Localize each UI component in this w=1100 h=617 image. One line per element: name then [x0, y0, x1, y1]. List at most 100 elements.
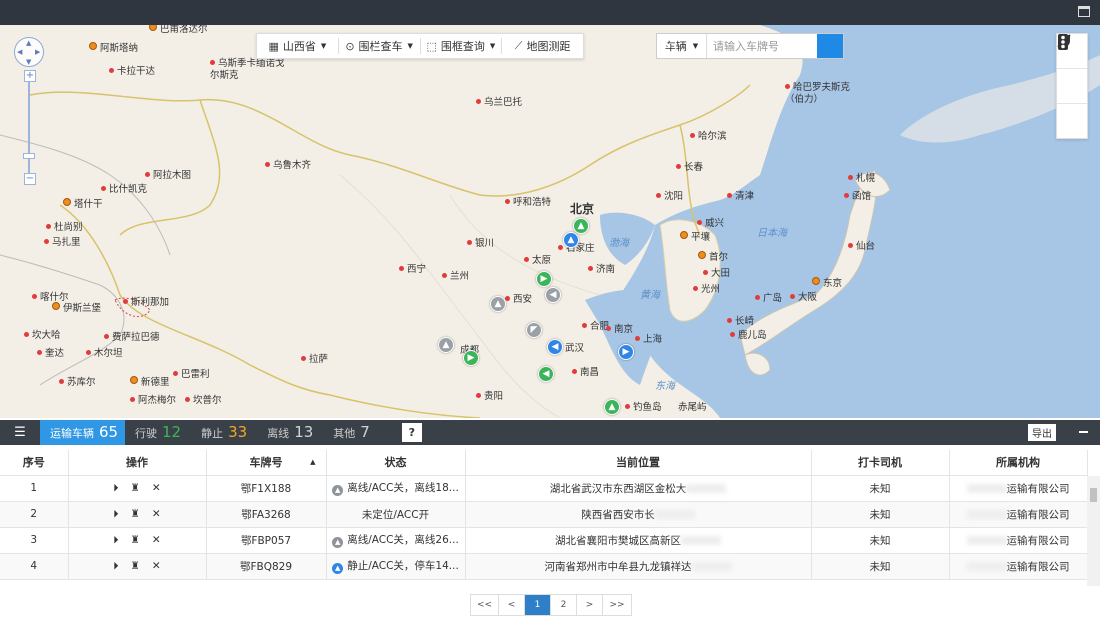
help-button[interactable]: ?: [401, 423, 422, 442]
label-taiyuan: 太原: [524, 255, 551, 267]
vehicle-marker[interactable]: ▶: [536, 271, 552, 287]
label-nanchang: 南昌: [572, 367, 599, 379]
offline-count: 13: [294, 423, 314, 441]
caret-down-icon: ▼: [407, 42, 413, 50]
close-icon[interactable]: ✕: [152, 482, 161, 494]
label-beijing: 北京: [570, 202, 595, 216]
tab-stopped[interactable]: 静止 33: [191, 420, 257, 445]
redacted-text: [966, 484, 1007, 493]
zoom-slider[interactable]: + −: [23, 70, 36, 188]
pan-control[interactable]: ▲ ▼ ◀ ▶: [14, 37, 44, 67]
label-pyongyang: 平壤: [680, 231, 710, 244]
col-plate[interactable]: 车牌号 ▲: [206, 450, 327, 476]
page-2-button[interactable]: 2: [551, 595, 577, 615]
maximize-icon[interactable]: [1078, 6, 1090, 17]
label-guiyang: 贵阳: [476, 391, 503, 403]
playback-icon[interactable]: ⏵: [113, 482, 118, 495]
label-multan: 木尔坦: [86, 348, 123, 360]
label-nanjing: 南京: [606, 324, 633, 336]
other-count: 7: [360, 423, 370, 441]
vehicle-marker[interactable]: ▲: [604, 399, 620, 415]
last-page-button[interactable]: >>: [603, 595, 631, 615]
table-row[interactable]: 1 ⏵ ♜ ✕ 鄂F1X188 ▲ 离线/ACC关，离线18... 湖北省武汉市东…: [0, 475, 1088, 502]
vehicle-marker[interactable]: ◀: [538, 366, 554, 382]
caret-down-icon: ▼: [489, 42, 496, 50]
col-org[interactable]: 所属机构: [949, 450, 1088, 476]
search-button[interactable]: [657, 34, 843, 58]
label-kandahar: 坎大哈: [24, 330, 61, 342]
label-karaganda: 卡拉干达: [109, 66, 155, 78]
label-ust-kamenogorsk: 乌斯季卡缅诺戈尔斯克: [210, 58, 285, 81]
vehicle-marker[interactable]: ▲: [573, 218, 589, 234]
frame-search-dropdown[interactable]: ⬚ 围框查询 ▼: [421, 38, 503, 54]
plate-search-input[interactable]: [707, 34, 817, 58]
prev-page-button[interactable]: <: [499, 595, 525, 615]
search-icon: [657, 34, 671, 48]
redacted-text: [691, 562, 732, 571]
tab-transport-vehicles[interactable]: 运输车辆 65: [40, 420, 125, 445]
scroll-thumb[interactable]: [1090, 488, 1097, 502]
offline-status-icon: ▲: [332, 485, 344, 496]
col-status[interactable]: 状态: [326, 450, 466, 476]
track-vehicle-icon[interactable]: ♜: [131, 534, 140, 546]
export-button[interactable]: 导出: [1028, 424, 1056, 441]
label-diaoyu: 钓鱼岛: [625, 402, 662, 414]
col-index[interactable]: 序号: [0, 450, 69, 476]
table-scrollbar[interactable]: [1087, 476, 1100, 586]
satellite-toggle-button[interactable]: [1057, 35, 1087, 104]
col-location[interactable]: 当前位置: [465, 450, 812, 476]
playback-icon[interactable]: ⏵: [113, 560, 118, 573]
vehicle-marker[interactable]: ◤: [526, 322, 542, 338]
vehicle-marker[interactable]: ▶: [618, 344, 634, 360]
transport-count: 65: [99, 423, 119, 441]
playback-icon[interactable]: ⏵: [113, 534, 118, 547]
minimize-panel-icon[interactable]: [1079, 431, 1088, 433]
zoom-handle[interactable]: [23, 153, 35, 159]
next-page-button[interactable]: >: [577, 595, 603, 615]
map-toolbar: ▦ 山西省 ▼ ⊙ 围栏查车 ▼ ⬚ 围框查询 ▼ ⟋ 地图测距: [256, 33, 584, 59]
label-hiroshima: 广岛: [755, 293, 782, 305]
table-row[interactable]: 4 ⏵ ♜ ✕ 鄂FBQ829 ▲ 静止/ACC关，停车14... 河南省郑州市中…: [0, 553, 1088, 580]
traffic-toggle-button[interactable]: [1057, 34, 1087, 139]
vehicle-marker[interactable]: ▲: [490, 296, 506, 312]
first-page-button[interactable]: <<: [471, 595, 499, 615]
col-driver[interactable]: 打卡司机: [811, 450, 950, 476]
stopped-count: 33: [228, 423, 248, 441]
label-lucknow: 苏库尔: [59, 377, 96, 389]
vehicle-marker[interactable]: ▶: [463, 350, 479, 366]
close-icon[interactable]: ✕: [152, 560, 161, 572]
stopped-status-icon: ▲: [332, 563, 344, 574]
track-vehicle-icon[interactable]: ♜: [131, 482, 140, 494]
zoom-in-button[interactable]: +: [24, 70, 36, 82]
region-dropdown[interactable]: ▦ 山西省 ▼: [257, 38, 339, 54]
vehicle-marker[interactable]: ◀: [547, 339, 563, 355]
vehicle-marker[interactable]: ▲: [563, 232, 579, 248]
measure-button[interactable]: ⟋ 地图测距: [502, 38, 583, 54]
close-icon[interactable]: ✕: [152, 508, 161, 520]
track-vehicle-icon[interactable]: ♜: [131, 560, 140, 572]
label-jaipur: 巴雷利: [173, 369, 210, 381]
vehicle-marker[interactable]: ▲: [438, 337, 454, 353]
tab-offline[interactable]: 离线 13: [257, 420, 323, 445]
page-1-button[interactable]: 1: [525, 595, 551, 615]
track-vehicle-icon[interactable]: ♜: [131, 508, 140, 520]
list-toggle-icon[interactable]: ☰: [0, 420, 40, 445]
label-dushanbe: 杜尚别: [46, 222, 83, 234]
table-row[interactable]: 3 ⏵ ♜ ✕ 鄂FBP057 ▲ 离线/ACC关，离线26... 湖北省襄阳市樊…: [0, 527, 1088, 554]
caret-down-icon: ▼: [692, 42, 699, 50]
vehicle-marker[interactable]: ◀: [545, 287, 561, 303]
zoom-out-button[interactable]: −: [24, 173, 36, 185]
label-bishkek: 比什凯克: [101, 184, 147, 196]
ruler-icon: ⟋: [514, 39, 523, 52]
table-row[interactable]: 2 ⏵ ♜ ✕ 鄂FA3268 未定位/ACC开 陕西省西安市长 未知 运输有限…: [0, 501, 1088, 528]
redacted-text: [686, 484, 727, 493]
sort-asc-icon[interactable]: ▲: [310, 458, 315, 466]
label-bohai: 渤海: [609, 238, 629, 249]
map-view[interactable]: 北京 呼和浩特 石家庄 太原 济南 银川 西宁 兰州 西安 合肥 南京 上海 武…: [0, 25, 1100, 418]
tab-other[interactable]: 其他 7: [323, 420, 380, 445]
tab-moving[interactable]: 行驶 12: [125, 420, 191, 445]
playback-icon[interactable]: ⏵: [113, 508, 118, 521]
fence-search-dropdown[interactable]: ⊙ 围栏查车 ▼: [339, 38, 421, 54]
close-icon[interactable]: ✕: [152, 534, 161, 546]
label-delhi: 新德里: [130, 376, 170, 389]
